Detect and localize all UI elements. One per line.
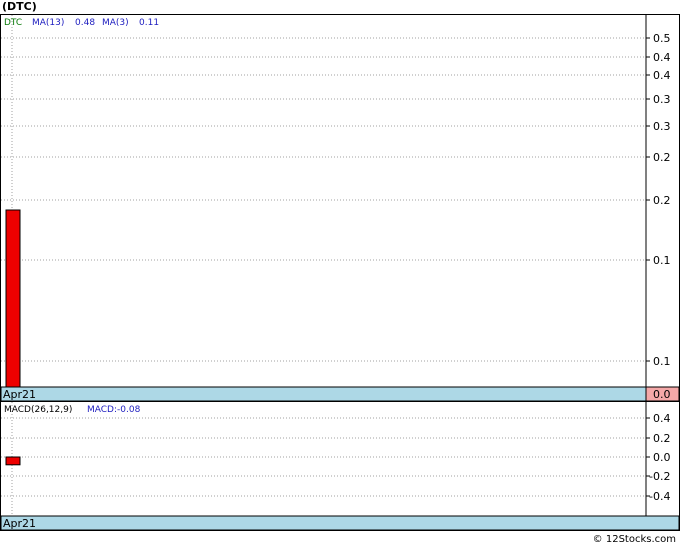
x-tick-label: Apr21 <box>3 517 36 530</box>
legend-ma3-label: MA(3) <box>102 18 129 28</box>
macd-legend-label: MACD(26,12,9) <box>4 405 72 415</box>
y-tick-label: 0.2 <box>653 194 671 207</box>
y-tick-label: -0.2 <box>649 470 670 483</box>
date-strip <box>0 386 647 402</box>
price-bar <box>5 209 21 388</box>
footer-credit: © 12Stocks.com <box>592 534 676 545</box>
y-tick-label: 0.4 <box>653 412 671 425</box>
y-tick-label: 0.4 <box>653 69 671 82</box>
date-strip <box>0 515 680 531</box>
y-tick-label: 0.4 <box>653 51 671 64</box>
macd-bar <box>5 456 21 466</box>
last-value-label: 0.0 <box>653 388 671 401</box>
y-tick-label: 0.5 <box>653 32 671 45</box>
y-tick-label: 0.3 <box>653 120 671 133</box>
y-tick-label: 0.0 <box>653 451 671 464</box>
macd-chart: 0.4 0.2 0.0 -0.2 -0.4 MACD(26,12,9) MACD:-0.08… <box>0 402 680 531</box>
y-tick-label: 0.2 <box>653 432 671 445</box>
y-tick-label: 0.2 <box>653 151 671 164</box>
y-tick-label: -0.4 <box>649 490 670 503</box>
page-title: (DTC) <box>2 0 37 13</box>
y-tick-label: 0.1 <box>653 254 671 267</box>
macd-legend-value: MACD:-0.08 <box>87 405 141 415</box>
legend-ma3-value: 0.11 <box>139 18 159 28</box>
legend-symbol: DTC <box>4 18 22 28</box>
x-tick-label: Apr21 <box>3 388 36 401</box>
legend-ma13-label: MA(13) <box>32 18 64 28</box>
price-chart: 0.5 0.4 0.4 0.3 0.3 0.2 0.2 0.1 0.1 DTC MA(13) 0.48… <box>0 15 680 402</box>
y-tick-label: 0.3 <box>653 93 671 106</box>
price-chart-panel: 0.5 0.4 0.4 0.3 0.3 0.2 0.2 0.1 0.1 DTC MA(13) 0.48… <box>0 14 680 402</box>
y-tick-label: 0.1 <box>653 355 671 368</box>
legend-ma13-value: 0.48 <box>75 18 95 28</box>
macd-chart-panel: 0.4 0.2 0.0 -0.2 -0.4 MACD(26,12,9) MACD:-0.08… <box>0 401 680 531</box>
